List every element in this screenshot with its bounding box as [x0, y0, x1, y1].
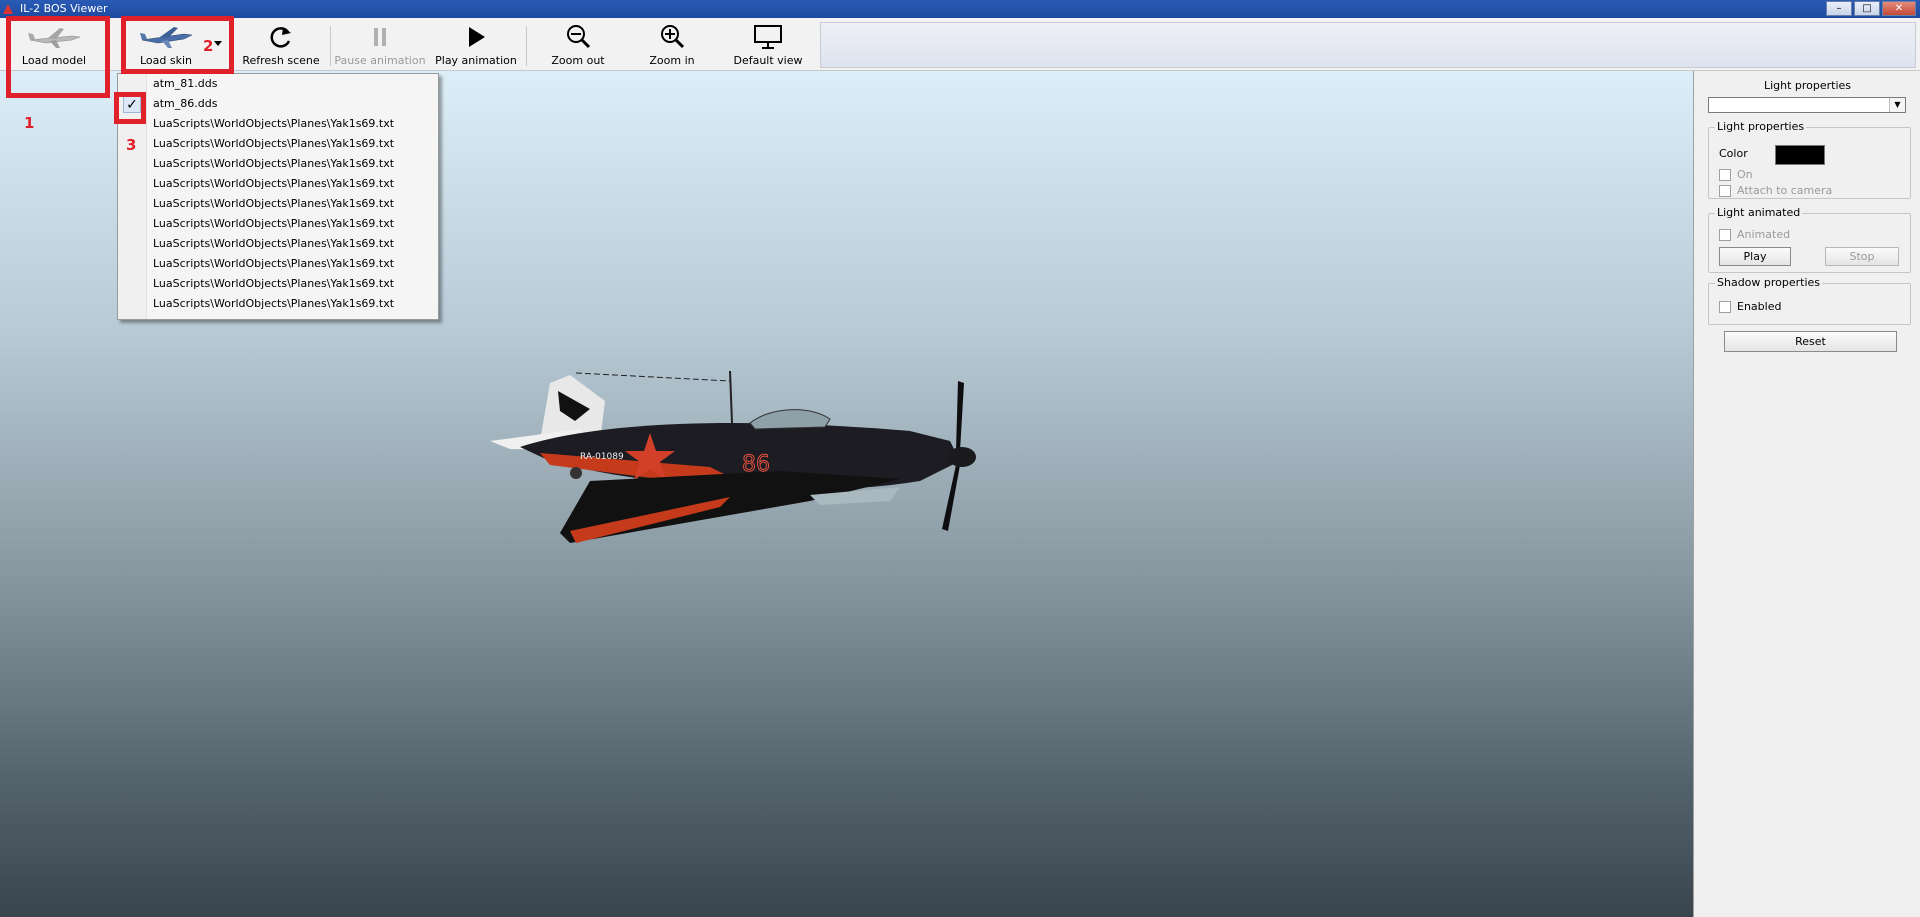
annotation-number-2: 2	[203, 37, 214, 55]
menu-item[interactable]: LuaScripts\WorldObjects\Planes\Yak1s69.t…	[118, 194, 438, 214]
menu-item-label: LuaScripts\WorldObjects\Planes\Yak1s69.t…	[153, 237, 395, 250]
zoom-out-button[interactable]: Zoom out	[538, 22, 618, 68]
menu-item[interactable]: LuaScripts\WorldObjects\Planes\Yak1s69.t…	[118, 214, 438, 234]
enabled-label: Enabled	[1737, 300, 1782, 313]
menu-item[interactable]: atm_81.dds	[118, 74, 438, 94]
zoom-out-icon	[567, 25, 591, 49]
properties-panel: Light properties ▼ Light properties Colo…	[1693, 71, 1920, 917]
toolbar-separator	[330, 26, 331, 66]
menu-item[interactable]: LuaScripts\WorldObjects\Planes\Yak1s69.t…	[118, 134, 438, 154]
menu-item-label: LuaScripts\WorldObjects\Planes\Yak1s69.t…	[153, 217, 395, 230]
minimize-button[interactable]: –	[1826, 1, 1852, 16]
play-animation-button[interactable]: Play animation	[432, 22, 520, 68]
plane-code-text: RA-01089	[580, 452, 624, 462]
group-title: Shadow properties	[1715, 276, 1823, 289]
aircraft-model: RA-01089 86	[490, 370, 976, 543]
on-label: On	[1737, 168, 1753, 181]
menu-item[interactable]: LuaScripts\WorldObjects\Planes\Yak1s69.t…	[118, 274, 438, 294]
shadow-enabled-checkbox[interactable]: Enabled	[1719, 300, 1781, 313]
menu-item-label: LuaScripts\WorldObjects\Planes\Yak1s69.t…	[153, 177, 395, 190]
menu-item-label: LuaScripts\WorldObjects\Planes\Yak1s69.t…	[153, 117, 395, 130]
menu-item[interactable]: LuaScripts\WorldObjects\Planes\Yak1s69.t…	[118, 114, 438, 134]
window-title: IL-2 BOS Viewer	[20, 2, 108, 15]
animated-label: Animated	[1737, 228, 1791, 241]
light-animated-group: Light animated Animated Play Stop	[1708, 206, 1911, 273]
stop-button[interactable]: Stop	[1825, 247, 1899, 266]
attach-to-camera-checkbox[interactable]: Attach to camera	[1719, 184, 1832, 197]
color-label: Color	[1719, 147, 1748, 160]
refresh-scene-button[interactable]: Refresh scene	[240, 22, 322, 68]
light-select[interactable]: ▼	[1708, 97, 1906, 113]
app-icon	[3, 4, 13, 14]
default-view-button[interactable]: Default view	[726, 22, 810, 68]
toolbar-empty-area	[820, 22, 1916, 68]
group-title: Light animated	[1715, 206, 1803, 219]
chevron-down-icon[interactable]: ▼	[1889, 98, 1905, 112]
menu-item[interactable]: LuaScripts\WorldObjects\Planes\Yak1s69.t…	[118, 294, 438, 314]
menu-item[interactable]: LuaScripts\WorldObjects\Planes\Yak1s69.t…	[118, 254, 438, 274]
refresh-scene-label: Refresh scene	[242, 54, 320, 67]
checkbox-box[interactable]	[1719, 185, 1731, 197]
refresh-icon	[270, 27, 291, 48]
shadow-properties-group: Shadow properties Enabled	[1708, 276, 1911, 325]
menu-item-label: atm_86.dds	[153, 97, 218, 110]
pause-icon	[374, 28, 386, 46]
panel-title: Light properties	[1763, 79, 1852, 92]
skin-dropdown-menu: atm_81.dds ✓ atm_86.dds LuaScripts\World…	[117, 73, 439, 320]
menu-item-label: LuaScripts\WorldObjects\Planes\Yak1s69.t…	[153, 157, 395, 170]
menu-item-label: LuaScripts\WorldObjects\Planes\Yak1s69.t…	[153, 277, 395, 290]
title-bar: IL-2 BOS Viewer – □ ✕	[0, 0, 1920, 18]
play-button[interactable]: Play	[1719, 247, 1791, 266]
play-icon	[469, 27, 485, 47]
zoom-in-icon	[661, 25, 685, 49]
menu-item-label: LuaScripts\WorldObjects\Planes\Yak1s69.t…	[153, 197, 395, 210]
annotation-box-2	[121, 16, 234, 74]
window-controls: – □ ✕	[1826, 1, 1916, 16]
menu-item[interactable]: LuaScripts\WorldObjects\Planes\Yak1s69.t…	[118, 174, 438, 194]
plane-number-text: 86	[742, 452, 770, 477]
zoom-in-button[interactable]: Zoom in	[632, 22, 712, 68]
monitor-icon	[754, 25, 782, 49]
menu-item[interactable]: LuaScripts\WorldObjects\Planes\Yak1s69.t…	[118, 154, 438, 174]
checkbox-box[interactable]	[1719, 229, 1731, 241]
menu-item-selected[interactable]: ✓ atm_86.dds	[118, 94, 438, 114]
menu-item[interactable]: LuaScripts\WorldObjects\Planes\Yak1s69.t…	[118, 234, 438, 254]
play-animation-label: Play animation	[435, 54, 517, 67]
on-checkbox[interactable]: On	[1719, 168, 1753, 181]
maximize-button[interactable]: □	[1854, 1, 1880, 16]
menu-item-label: LuaScripts\WorldObjects\Planes\Yak1s69.t…	[153, 297, 395, 310]
light-properties-group: Light properties Color On Attach to came…	[1708, 120, 1911, 199]
menu-item-label: atm_81.dds	[153, 77, 218, 90]
group-title: Light properties	[1715, 120, 1807, 133]
zoom-in-label: Zoom in	[649, 54, 695, 67]
checkbox-box[interactable]	[1719, 169, 1731, 181]
pause-animation-label: Pause animation	[334, 54, 426, 67]
color-swatch[interactable]	[1775, 145, 1825, 165]
animated-checkbox[interactable]: Animated	[1719, 228, 1790, 241]
menu-item-label: LuaScripts\WorldObjects\Planes\Yak1s69.t…	[153, 257, 395, 270]
default-view-label: Default view	[733, 54, 803, 67]
annotation-box-3	[114, 92, 146, 124]
close-button[interactable]: ✕	[1882, 1, 1916, 16]
toolbar: Load model Load skin Refresh scene Pause…	[0, 18, 1920, 71]
checkbox-box[interactable]	[1719, 301, 1731, 313]
pause-animation-button[interactable]: Pause animation	[334, 22, 426, 68]
annotation-number-1: 1	[24, 114, 35, 132]
toolbar-separator	[526, 26, 527, 66]
reset-button[interactable]: Reset	[1724, 331, 1897, 352]
zoom-out-label: Zoom out	[551, 54, 605, 67]
attach-label: Attach to camera	[1737, 184, 1833, 197]
annotation-box-1	[6, 16, 110, 98]
annotation-number-3: 3	[126, 136, 137, 154]
menu-item-label: LuaScripts\WorldObjects\Planes\Yak1s69.t…	[153, 137, 395, 150]
